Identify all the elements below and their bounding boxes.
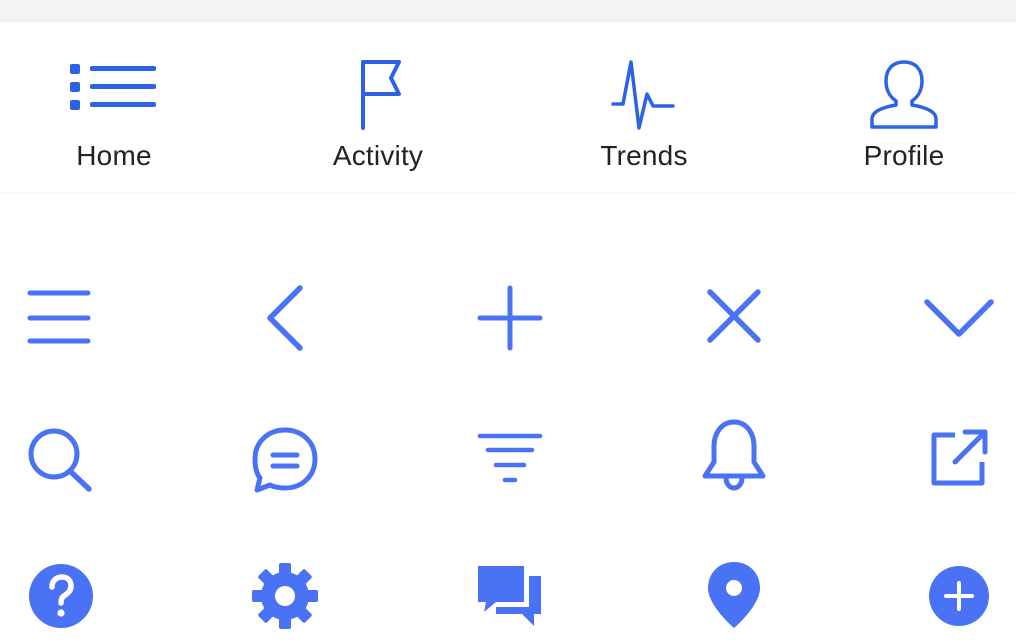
search-icon[interactable] bbox=[22, 420, 102, 500]
tab-trends[interactable]: Trends bbox=[564, 22, 724, 192]
flag-icon bbox=[361, 60, 401, 130]
tab-activity[interactable]: Activity bbox=[298, 22, 458, 192]
chevron-down-icon[interactable] bbox=[919, 276, 999, 356]
menu-icon[interactable] bbox=[19, 278, 99, 358]
list-icon bbox=[70, 64, 156, 110]
tab-home[interactable]: Home bbox=[34, 22, 194, 192]
user-icon bbox=[870, 60, 938, 129]
tab-profile-label: Profile bbox=[863, 140, 945, 171]
tab-profile[interactable]: Profile bbox=[824, 22, 984, 192]
bell-icon[interactable] bbox=[694, 418, 774, 498]
chevron-left-icon[interactable] bbox=[245, 278, 325, 358]
status-bar-shade bbox=[0, 0, 1016, 22]
external-link-icon[interactable] bbox=[919, 420, 999, 500]
plus-icon[interactable] bbox=[470, 278, 550, 358]
conversation-icon[interactable] bbox=[470, 556, 550, 636]
add-circle-icon[interactable] bbox=[919, 556, 999, 636]
map-pin-icon[interactable] bbox=[694, 556, 774, 636]
tab-trends-label: Trends bbox=[600, 140, 688, 171]
tab-activity-label: Activity bbox=[332, 140, 424, 171]
gear-icon[interactable] bbox=[245, 556, 325, 636]
pulse-icon bbox=[611, 60, 675, 130]
filter-icon[interactable] bbox=[470, 420, 550, 500]
help-circle-icon[interactable] bbox=[21, 556, 101, 636]
chat-bubble-icon[interactable] bbox=[245, 420, 325, 500]
tab-home-label: Home bbox=[76, 140, 152, 171]
tab-bar: Home Activity Trends Profile bbox=[0, 22, 1016, 192]
close-icon[interactable] bbox=[694, 276, 774, 356]
